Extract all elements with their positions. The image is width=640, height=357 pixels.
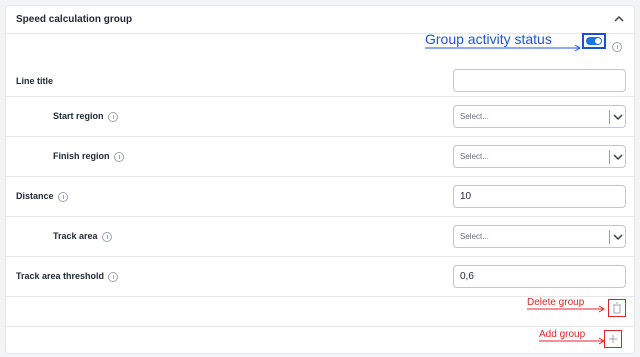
- line-title-label: Line title: [16, 76, 54, 86]
- annotation-arrow-red: [527, 305, 605, 313]
- toggle-knob: [595, 38, 601, 44]
- track-area-label: Track area: [53, 231, 112, 242]
- select-divider: [609, 150, 610, 164]
- finish-region-select-value: Select...: [460, 152, 489, 161]
- info-icon: [107, 111, 118, 122]
- track-area-threshold-row: Track area threshold: [6, 257, 634, 297]
- distance-label: Distance: [16, 191, 68, 202]
- chevron-down-icon: [613, 234, 623, 241]
- start-region-select[interactable]: Select...: [453, 105, 626, 128]
- start-region-row: Start region Select...: [6, 97, 634, 137]
- info-icon: [113, 151, 124, 162]
- select-divider: [609, 230, 610, 244]
- track-area-row: Track area Select...: [6, 217, 634, 257]
- start-region-label: Start region: [53, 111, 118, 122]
- track-area-threshold-input[interactable]: [453, 265, 626, 288]
- info-icon: [612, 42, 622, 52]
- add-group-button[interactable]: [604, 330, 622, 348]
- finish-region-row: Finish region Select...: [6, 137, 634, 177]
- info-icon: [101, 231, 112, 242]
- finish-region-label: Finish region: [53, 151, 124, 162]
- track-area-select[interactable]: Select...: [453, 225, 626, 248]
- distance-input[interactable]: [453, 185, 626, 208]
- delete-group-button[interactable]: [608, 299, 626, 317]
- trash-icon: [613, 302, 621, 314]
- chevron-down-icon: [613, 154, 623, 161]
- chevron-up-icon[interactable]: [614, 15, 624, 23]
- panel-header[interactable]: Speed calculation group: [6, 6, 634, 34]
- plus-icon: [609, 335, 617, 343]
- toggle-track: [586, 37, 602, 45]
- panel-title: Speed calculation group: [16, 14, 133, 25]
- info-icon: [57, 191, 68, 202]
- annotation-arrow-blue: [425, 44, 581, 52]
- distance-row: Distance: [6, 177, 634, 217]
- start-region-select-value: Select...: [460, 112, 489, 121]
- select-divider: [609, 110, 610, 124]
- info-icon: [108, 271, 119, 282]
- finish-region-select[interactable]: Select...: [453, 145, 626, 168]
- track-area-select-value: Select...: [460, 232, 489, 241]
- chevron-down-icon: [613, 114, 623, 121]
- annotation-arrow-red: [539, 337, 605, 345]
- track-area-threshold-label: Track area threshold: [16, 271, 119, 282]
- line-title-input[interactable]: [453, 69, 626, 92]
- group-activity-toggle[interactable]: [582, 33, 606, 49]
